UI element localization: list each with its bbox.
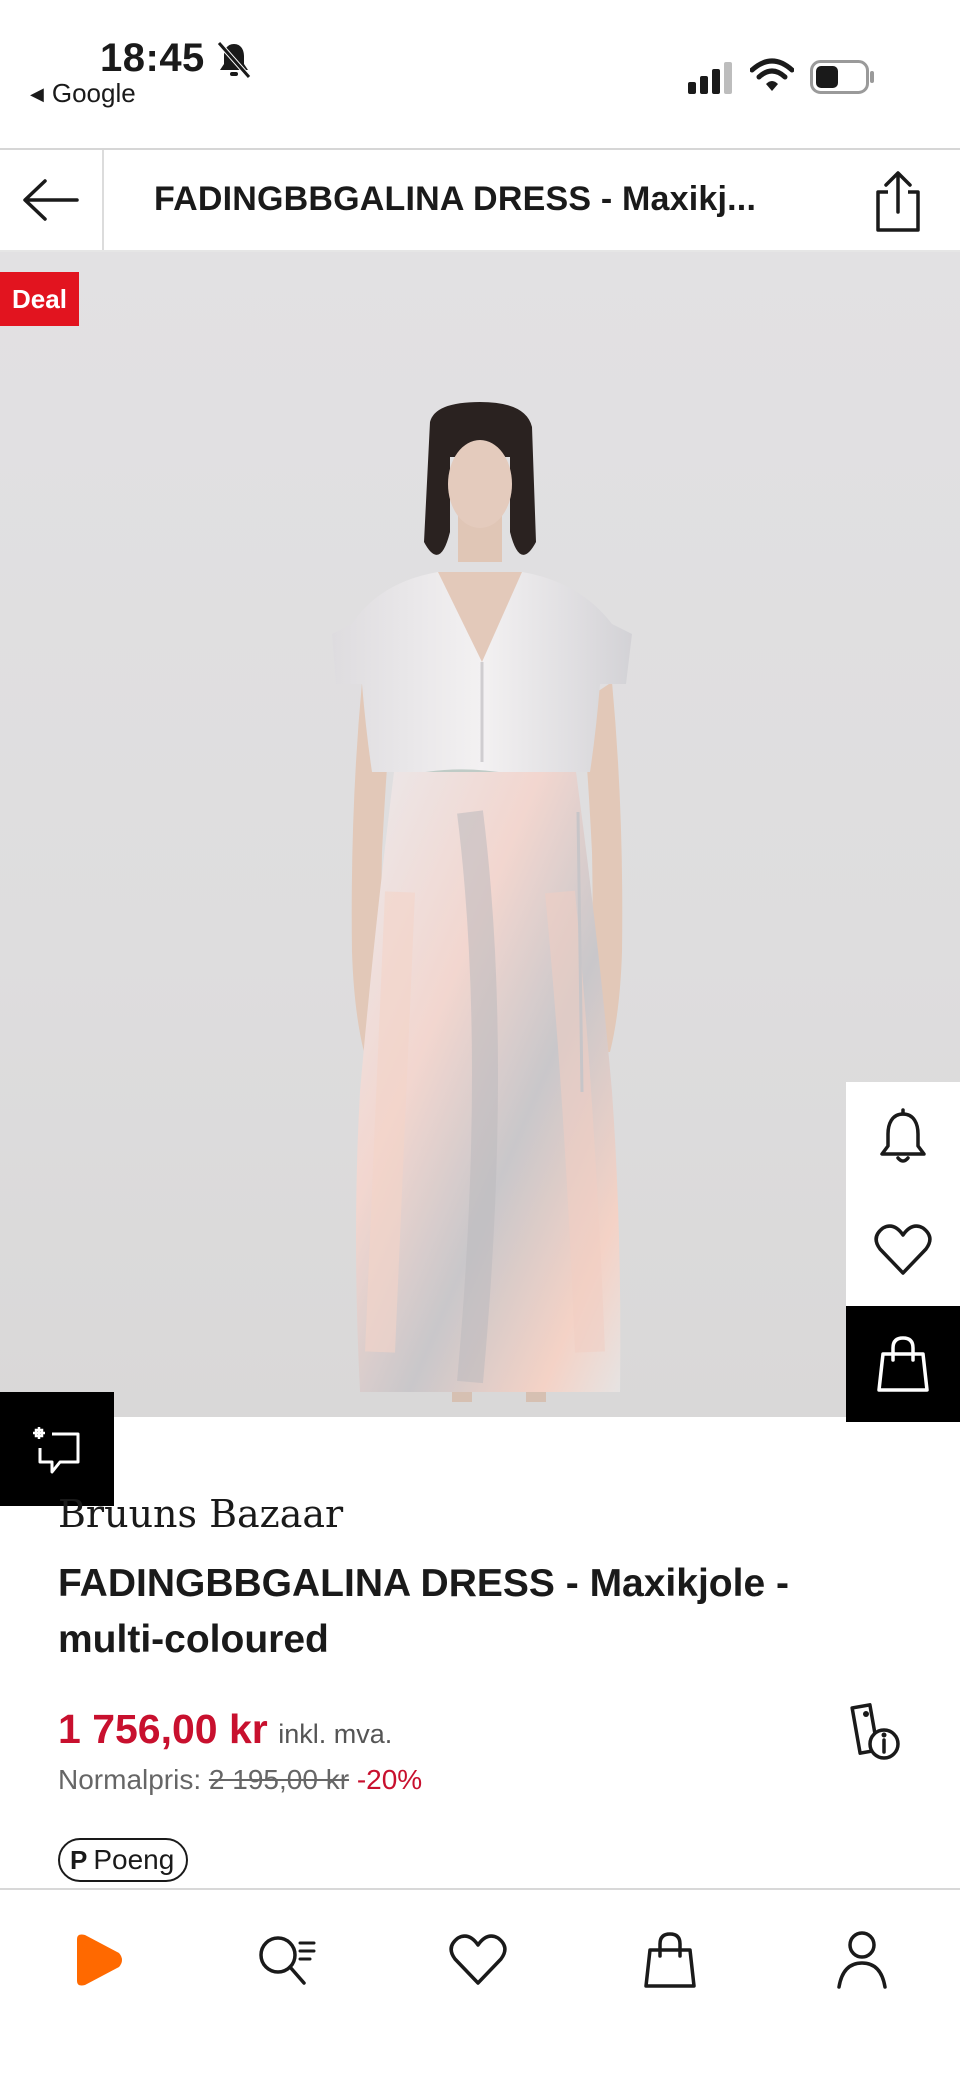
normal-price-label: Normalpris: <box>58 1764 202 1795</box>
tab-search[interactable] <box>246 1920 326 2000</box>
status-bar: 18:45 ◀ Google <box>0 0 960 148</box>
deal-badge: Deal <box>0 272 79 326</box>
points-icon: P <box>70 1844 88 1875</box>
discount-percentage: -20% <box>356 1764 423 1795</box>
shopping-bag-icon <box>877 1336 929 1392</box>
battery-icon <box>810 60 874 94</box>
current-price: 1 756,00 kr <box>58 1706 268 1752</box>
tab-home[interactable] <box>56 1920 136 2000</box>
wishlist-icon <box>449 1934 507 1985</box>
status-time: 18:45 <box>100 36 205 80</box>
product-name: FADINGBBGALINA DRESS - Maxikjole - multi… <box>58 1562 789 1661</box>
home-logo-icon <box>77 1934 122 1986</box>
tab-wishlist[interactable] <box>438 1920 518 2000</box>
notify-bell-icon <box>880 1108 926 1163</box>
add-to-bag-button[interactable] <box>846 1306 960 1422</box>
back-button[interactable] <box>0 150 104 250</box>
share-icon[interactable] <box>868 170 928 234</box>
points-badge[interactable]: P Poeng <box>58 1838 189 1882</box>
bell-off-icon <box>217 41 251 79</box>
back-app-label: Google <box>51 78 136 108</box>
vat-note: inkl. mva. <box>278 1719 393 1749</box>
page-title: FADINGBBGALINA DRESS - Maxikj... <box>154 180 757 218</box>
bottom-tab-bar <box>0 1888 960 2087</box>
back-triangle-icon: ◀ <box>30 84 44 104</box>
price-info-icon[interactable] <box>846 1700 902 1764</box>
product-image[interactable] <box>0 252 960 1417</box>
price-row: 1 756,00 kr inkl. mva. <box>58 1706 392 1753</box>
wifi-icon <box>750 58 794 91</box>
points-label: Poeng <box>93 1844 175 1875</box>
find-similar-button[interactable] <box>0 1392 114 1506</box>
action-rail <box>846 1082 960 1422</box>
search-icon <box>259 1936 316 1985</box>
find-similar-icon <box>33 1427 80 1474</box>
back-arrow-icon <box>23 179 79 221</box>
tab-account[interactable] <box>822 1920 902 2000</box>
brand-name[interactable]: Bruuns Bazaar <box>58 1492 343 1536</box>
bag-icon <box>644 1932 696 1988</box>
account-icon <box>837 1931 887 1989</box>
wishlist-button[interactable] <box>846 1194 960 1306</box>
dress-model-photo <box>332 402 632 1402</box>
tab-bag[interactable] <box>630 1920 710 2000</box>
normal-price: 2 195,00 kr <box>208 1764 350 1795</box>
wishlist-heart-icon <box>874 1224 932 1275</box>
normal-price-row: Normalpris: 2 195,00 kr -20% <box>58 1764 422 1796</box>
signal-icon <box>688 62 732 94</box>
back-to-app-link[interactable]: ◀ Google <box>30 78 136 109</box>
notify-button[interactable] <box>846 1082 960 1194</box>
nav-header: FADINGBBGALINA DRESS - Maxikj... <box>0 148 960 252</box>
